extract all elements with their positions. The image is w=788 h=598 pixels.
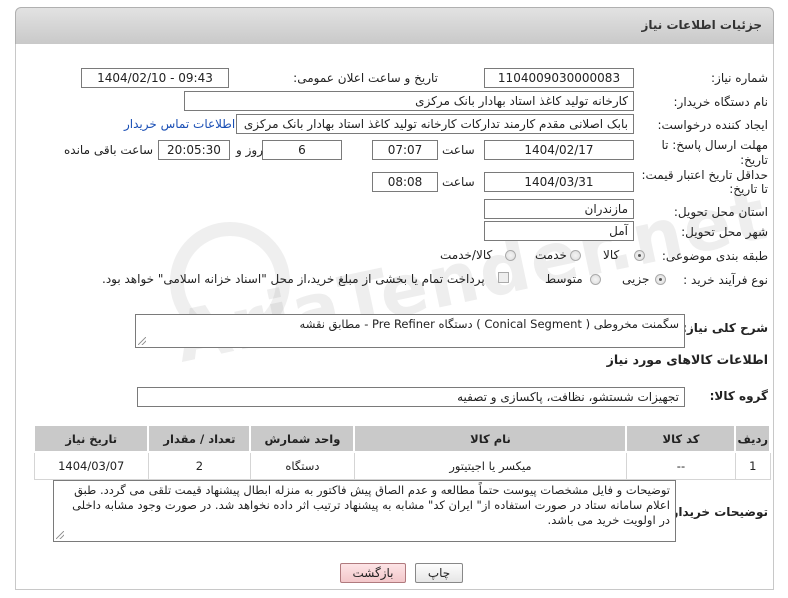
category-both-label: کالا/خدمت	[440, 248, 493, 262]
need-number-label: شماره نیاز:	[711, 71, 768, 85]
col-date: تاریخ نیاز	[32, 424, 150, 453]
process-medium-radio[interactable]	[590, 274, 601, 285]
col-code: کد کالا	[625, 424, 737, 453]
days-label: روز و	[236, 143, 263, 157]
col-index: ردیف	[734, 424, 771, 453]
row-name: میکسر یا اجیتیتور	[353, 451, 627, 480]
requester-field: بابک اصلانی مقدم کارمند تدارکات کارخانه …	[236, 114, 634, 134]
row-index: 1	[734, 451, 771, 480]
category-goods-radio[interactable]	[634, 250, 645, 261]
buyer-notes-textarea: توضیحات و فایل مشخصات پیوست حتماً مطالعه…	[53, 480, 676, 542]
buyer-org-label: نام دستگاه خریدار:	[673, 95, 769, 109]
treasury-checkbox[interactable]	[498, 272, 509, 283]
row-qty: 2	[147, 451, 251, 480]
province-label: استان محل تحویل:	[673, 205, 768, 219]
reply-date-field: 1404/02/17	[484, 140, 634, 160]
goods-table: ردیف کد کالا نام کالا واحد شمارش تعداد /…	[32, 424, 771, 480]
reply-time-label: ساعت	[442, 143, 475, 157]
reply-deadline-label-2: تاریخ:	[740, 153, 768, 167]
reply-time-field: 07:07	[372, 140, 438, 160]
need-number-field: 1104009030000083	[484, 68, 634, 88]
buyer-notes-label: توضیحات خریدار:	[666, 505, 768, 519]
resize-handle-icon	[56, 531, 64, 539]
category-both-radio[interactable]	[505, 250, 516, 261]
row-code: --	[625, 451, 736, 480]
process-minor-radio[interactable]	[655, 274, 666, 285]
print-button[interactable]: چاپ	[415, 563, 463, 583]
category-service-radio[interactable]	[570, 250, 581, 261]
back-button[interactable]: بازگشت	[340, 563, 406, 583]
requester-label: ایجاد کننده درخواست:	[657, 118, 768, 132]
province-field: مازندران	[484, 199, 634, 219]
buyer-org-field: کارخانه تولید کاغذ استاد بهادار بانک مرک…	[184, 91, 634, 111]
announce-label: تاریخ و ساعت اعلان عمومی:	[293, 71, 438, 85]
reply-deadline-label: مهلت ارسال پاسخ: تا	[661, 138, 768, 152]
resize-handle-icon	[138, 337, 146, 345]
description-textarea: سگمنت مخروطی ( Conical Segment ) دستگاه …	[135, 314, 685, 348]
city-field: آمل	[484, 221, 634, 241]
goods-table-header: ردیف کد کالا نام کالا واحد شمارش تعداد /…	[32, 424, 771, 453]
category-goods-label: کالا	[603, 248, 620, 262]
remaining-time-field: 20:05:30	[158, 140, 230, 160]
buyer-notes-text: توضیحات و فایل مشخصات پیوست حتماً مطالعه…	[72, 483, 670, 527]
contact-buyer-link[interactable]: اطلاعات تماس خریدار	[124, 117, 235, 131]
goods-group-field: تجهیزات شستشو، نظافت، پاکسازی و تصفیه	[137, 387, 685, 407]
goods-group-label: گروه کالا:	[709, 389, 768, 403]
col-name: نام کالا	[353, 424, 628, 453]
days-field: 6	[262, 140, 342, 160]
payment-note: پرداخت تمام یا بخشی از مبلغ خرید،از محل …	[102, 272, 485, 286]
description-text: سگمنت مخروطی ( Conical Segment ) دستگاه …	[299, 317, 679, 331]
city-label: شهر محل تحویل:	[681, 225, 768, 239]
row-unit: دستگاه	[249, 451, 355, 480]
col-unit: واحد شمارش	[249, 424, 356, 453]
process-medium-label: متوسط	[545, 272, 583, 286]
category-label: طبقه بندی موضوعی:	[661, 249, 768, 263]
col-qty: تعداد / مقدار	[147, 424, 252, 453]
table-row: 1 -- میکسر یا اجیتیتور دستگاه 2 1404/03/…	[33, 451, 771, 480]
process-minor-label: جزیی	[622, 272, 650, 286]
description-label: شرح کلی نیاز:	[682, 321, 768, 335]
validity-time-label: ساعت	[442, 175, 475, 189]
validity-time-field: 08:08	[372, 172, 438, 192]
validity-date-field: 1404/03/31	[484, 172, 634, 192]
goods-section-title: اطلاعات کالاهای مورد نیاز	[606, 352, 768, 367]
process-label: نوع فرآیند خرید :	[683, 273, 768, 287]
row-date: 1404/03/07	[33, 451, 149, 480]
price-validity-label: حداقل تاریخ اعتبار قیمت:	[641, 168, 768, 182]
announce-field: 1404/02/10 - 09:43	[81, 68, 229, 88]
remaining-label: ساعت باقی مانده	[64, 143, 154, 157]
page-title: جزئیات اطلاعات نیاز	[641, 18, 762, 32]
category-service-label: خدمت	[535, 248, 567, 262]
price-validity-label-2: تا تاریخ:	[729, 182, 768, 196]
